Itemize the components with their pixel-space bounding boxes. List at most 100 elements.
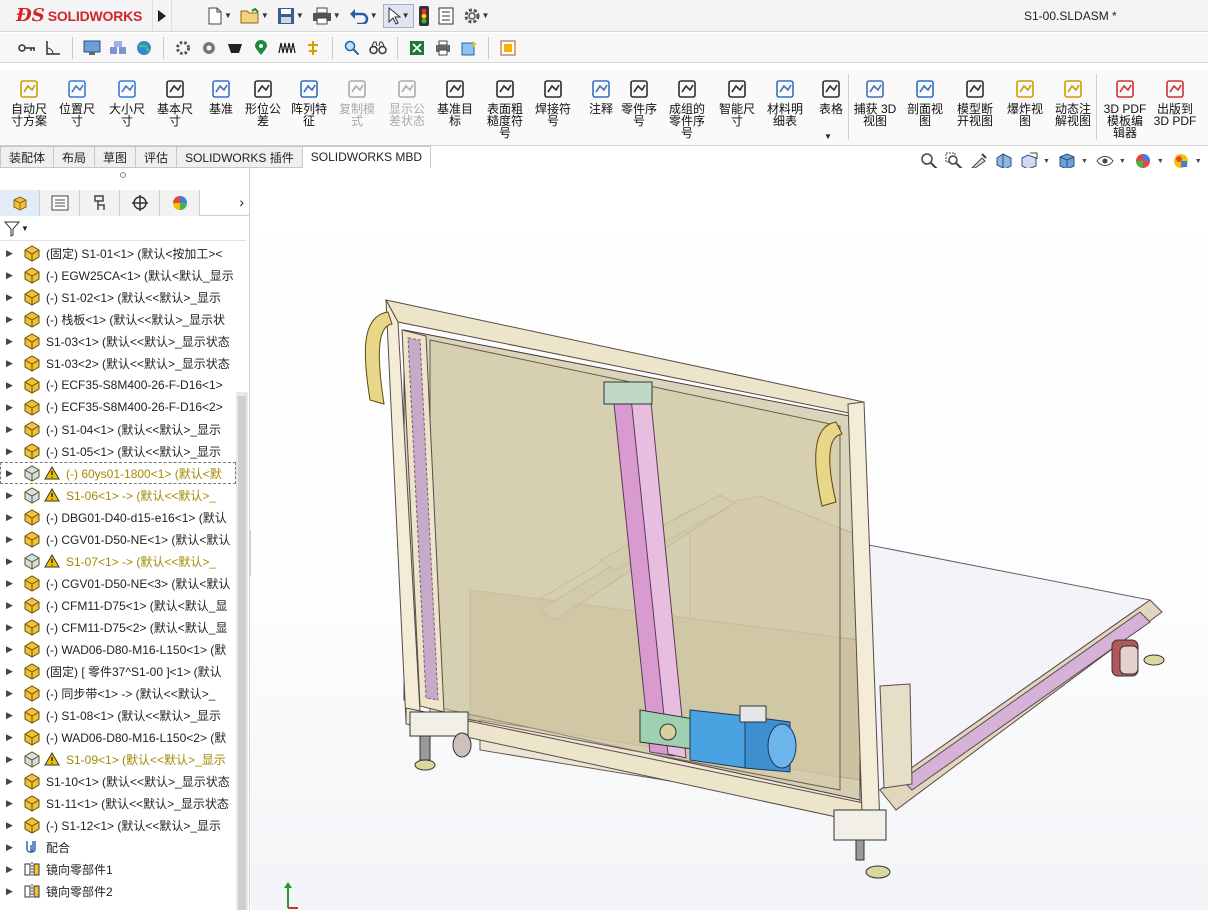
tab-2[interactable]: 草图 — [95, 146, 137, 168]
expand-arrow-icon[interactable]: ▶ — [6, 556, 16, 567]
graphics-viewport[interactable] — [251, 168, 1208, 910]
tree-item[interactable]: ▶ S1-06<1> -> (默认<<默认>_ — [0, 484, 236, 506]
cmd-datum-target-button[interactable]: 基准目 标 — [432, 76, 478, 127]
solidworks-logo[interactable]: ƉS SOLIDWORKS — [0, 0, 152, 32]
options-button[interactable]: ▼ — [460, 4, 493, 28]
expand-arrow-icon[interactable]: ▶ — [6, 666, 16, 677]
cmd-section-view-button[interactable]: 剖面视 图 — [902, 76, 948, 127]
tree-item[interactable]: ▶ S1-10<1> (默认<<默认>_显示状态 — [0, 770, 236, 792]
cmd-smart-dimension-button[interactable]: 智能尺 寸 — [714, 76, 760, 127]
handle-left[interactable] — [364, 311, 393, 405]
tree-item[interactable]: ▶ 镜向零部件1 — [0, 858, 236, 880]
view-triad[interactable] — [278, 880, 302, 910]
expand-arrow-icon[interactable]: ▶ — [6, 424, 16, 435]
tree-item[interactable]: ▶ (-) CFM11-D75<1> (默认<默认_显 — [0, 594, 236, 616]
expand-arrow-icon[interactable]: ▶ — [6, 710, 16, 721]
tree-item[interactable]: ▶ (-) S1-04<1> (默认<<默认>_显示 — [0, 418, 236, 440]
expand-arrow-icon[interactable]: ▶ — [6, 468, 16, 479]
tab-0[interactable]: 装配体 — [0, 146, 55, 168]
tab-display-manager[interactable] — [160, 190, 200, 216]
print-button[interactable]: ▼ — [309, 4, 344, 28]
tree-item[interactable]: ▶ (-) 栈板<1> (默认<<默认>_显示状 — [0, 308, 236, 330]
cmd-copy-scheme-button[interactable]: 复制模 式 — [334, 76, 380, 127]
chevron-down-icon[interactable]: ▼ — [1119, 158, 1126, 165]
tree-item[interactable]: ▶ (-) CGV01-D50-NE<1> (默认<默认 — [0, 528, 236, 550]
tree-item[interactable]: ▶ (-) S1-12<1> (默认<<默认>_显示 — [0, 814, 236, 836]
expand-arrow-icon[interactable]: ▶ — [6, 886, 16, 897]
cmd-capture-3d-view-button[interactable]: 捕获 3D 视图 — [852, 76, 898, 127]
tree-item[interactable]: ▶ 配合 — [0, 836, 236, 858]
cmd-balloon-button[interactable]: 零件序 号 — [616, 76, 662, 127]
leveling-foot-left[interactable] — [409, 711, 472, 771]
panel-handle-dot[interactable] — [120, 172, 126, 178]
binoculars-button[interactable] — [367, 37, 389, 59]
expand-arrow-icon[interactable]: ▶ — [6, 600, 16, 611]
chevron-down-icon[interactable]: ▼ — [402, 11, 410, 20]
display-button[interactable] — [81, 37, 103, 59]
cmd-surface-finish-button[interactable]: 表面粗 糙度符 号 — [482, 76, 528, 139]
pin-button[interactable] — [302, 37, 324, 59]
excel-button[interactable] — [406, 37, 428, 59]
file-properties-button[interactable] — [434, 4, 458, 28]
tree-item[interactable]: ▶ S1-03<1> (默认<<默认>_显示状态 — [0, 330, 236, 352]
tree-item[interactable]: ▶ (固定) S1-01<1> (默认<按加工>< — [0, 242, 236, 264]
tree-item[interactable]: ▶ (-) CGV01-D50-NE<3> (默认<默认 — [0, 572, 236, 594]
tree-item[interactable]: ▶ (-) DBG01-D40-d15-e16<1> (默认 — [0, 506, 236, 528]
chevron-down-icon[interactable]: ▼ — [1157, 158, 1164, 165]
cmd-stacked-balloon-button[interactable]: 成组的 零件序 号 — [664, 76, 710, 139]
tab-configuration-manager[interactable] — [80, 190, 120, 216]
chevron-down-icon[interactable]: ▼ — [1081, 158, 1088, 165]
chevron-down-icon[interactable]: ▼ — [482, 11, 490, 20]
expand-arrow-icon[interactable]: ▶ — [6, 512, 16, 523]
key-tool-button[interactable] — [16, 37, 38, 59]
cmd-size-dimension-button[interactable]: 大小尺 寸 — [104, 76, 150, 127]
cmd-dynamic-annotation-view-button[interactable]: 动态注 解视图 — [1050, 76, 1096, 127]
new-image-button[interactable] — [458, 37, 480, 59]
expand-arrow-icon[interactable]: ▶ — [6, 776, 16, 787]
chevron-down-icon[interactable]: ▼ — [296, 11, 304, 20]
select-button[interactable]: ▼ — [382, 3, 414, 28]
table-dropdown-chevron-down-icon[interactable]: ▼ — [824, 132, 832, 141]
expand-arrow-icon[interactable]: ▶ — [6, 358, 16, 369]
cmd-3d-pdf-template-button[interactable]: 3D PDF 模板编 辑器 — [1102, 76, 1148, 139]
expand-arrow-icon[interactable]: ▶ — [6, 490, 16, 501]
cmd-datum-button[interactable]: 基准 — [198, 76, 244, 115]
tab-property-manager[interactable] — [40, 190, 80, 216]
tree-item[interactable]: ▶ (-) CFM11-D75<2> (默认<默认_显 — [0, 616, 236, 638]
tree-item[interactable]: ▶ (-) 60ys01-1800<1> (默认<默 — [0, 462, 236, 484]
menu-expand-button[interactable] — [152, 0, 172, 32]
undo-button[interactable]: ▼ — [346, 4, 381, 28]
cmd-publish-3d-pdf-button[interactable]: 出版到 3D PDF — [1152, 76, 1198, 127]
chevron-down-icon[interactable]: ▼ — [1043, 158, 1050, 165]
expand-arrow-icon[interactable]: ▶ — [6, 688, 16, 699]
chevron-down-icon[interactable]: ▼ — [370, 11, 378, 20]
tree-item[interactable]: ▶ (-) WAD06-D80-M16-L150<2> (默 — [0, 726, 236, 748]
chevron-down-icon[interactable]: ▼ — [224, 11, 232, 20]
chevron-down-icon[interactable]: ▼ — [261, 11, 269, 20]
caster-wheel-right[interactable] — [1111, 639, 1165, 677]
spring-button[interactable] — [276, 37, 298, 59]
tree-item[interactable]: ▶ S1-09<1> (默认<<默认>_显示 — [0, 748, 236, 770]
settings-button[interactable] — [172, 37, 194, 59]
cmd-model-break-view-button[interactable]: 模型断 开视图 — [952, 76, 998, 127]
expand-arrow-icon[interactable]: ▶ — [6, 842, 16, 853]
open-button[interactable]: ▼ — [237, 4, 272, 28]
cmd-location-dimension-button[interactable]: 位置尺 寸 — [54, 76, 100, 127]
tab-dimxpert-manager[interactable] — [120, 190, 160, 216]
tree-item[interactable]: ▶ (-) ECF35-S8M400-26-F-D16<2> — [0, 396, 236, 418]
expand-arrow-icon[interactable]: ▶ — [6, 732, 16, 743]
cmd-auto-dimension-button[interactable]: 自动尺 寸方案 — [6, 76, 52, 127]
bowl-button[interactable] — [224, 37, 246, 59]
find-button[interactable] — [341, 37, 363, 59]
tree-item[interactable]: ▶ (-) 同步带<1> -> (默认<<默认>_ — [0, 682, 236, 704]
assembly-model[interactable] — [251, 168, 1208, 910]
gear-settings-button[interactable] — [198, 37, 220, 59]
tree-item[interactable]: ▶ S1-11<1> (默认<<默认>_显示状态 — [0, 792, 236, 814]
expand-arrow-icon[interactable]: ▶ — [6, 754, 16, 765]
tree-item[interactable]: ▶ (固定) [ 零件37^S1-00 ]<1> (默认 — [0, 660, 236, 682]
tree-item[interactable]: ▶ (-) S1-08<1> (默认<<默认>_显示 — [0, 704, 236, 726]
chevron-right-icon[interactable]: › — [239, 194, 244, 210]
expand-arrow-icon[interactable]: ▶ — [6, 292, 16, 303]
chevron-down-icon[interactable]: ▼ — [333, 11, 341, 20]
tree-filter[interactable]: ▼ — [0, 217, 246, 241]
